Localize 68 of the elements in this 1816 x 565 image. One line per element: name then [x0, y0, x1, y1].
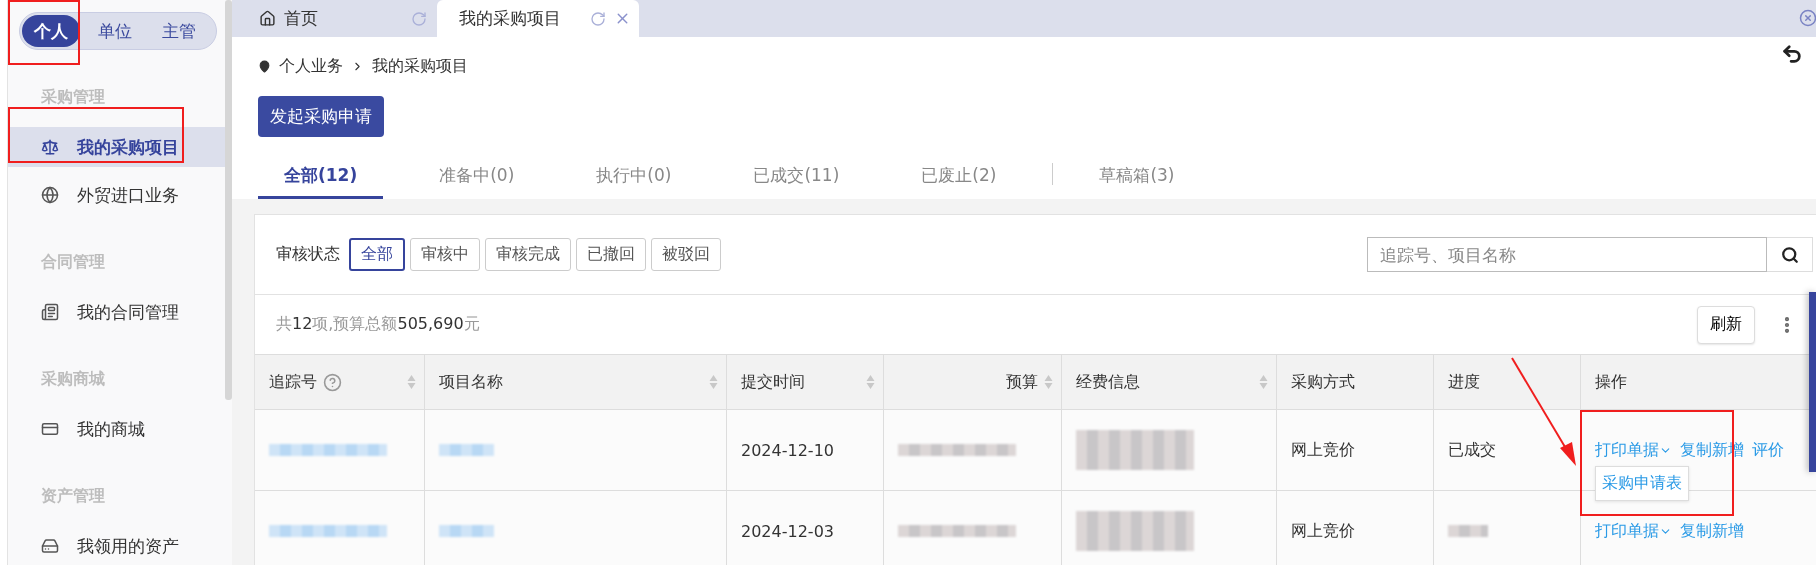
- status-tab[interactable]: 执行中(0): [570, 158, 698, 199]
- column-header: 进度: [1434, 354, 1581, 410]
- table-cell-text: 网上竞价: [1291, 439, 1355, 461]
- sort-icon[interactable]: [1259, 374, 1268, 390]
- redacted-text: [439, 525, 494, 537]
- table-cell-text: 2024-12-03: [741, 521, 834, 541]
- drive-icon: [41, 537, 59, 555]
- breadcrumb-item: 我的采购项目: [372, 56, 468, 77]
- section-heading: 采购管理: [40, 86, 105, 108]
- sidebar-item[interactable]: 我领用的资产: [8, 526, 225, 565]
- summary-text: 共12项,预算总额505,690元: [276, 314, 480, 335]
- sort-icon[interactable]: [407, 374, 416, 390]
- filter-chip[interactable]: 审核完成: [485, 238, 571, 271]
- search-icon[interactable]: [1780, 245, 1799, 264]
- status-tab[interactable]: 已成交(11): [727, 158, 866, 199]
- status-tab[interactable]: 草稿箱(3): [1073, 158, 1201, 199]
- sort-icon[interactable]: [866, 374, 875, 390]
- card-icon: [41, 420, 59, 438]
- page-tab[interactable]: 我的采购项目: [437, 0, 639, 37]
- role-option[interactable]: 个人: [22, 15, 80, 47]
- sort-icon[interactable]: [1044, 374, 1053, 390]
- refresh-icon: [590, 10, 606, 27]
- refresh-button[interactable]: 刷新: [1697, 305, 1755, 344]
- scrollbar[interactable]: [225, 0, 232, 400]
- column-header[interactable]: 提交时间: [727, 354, 884, 410]
- new-request-button[interactable]: 发起采购申请: [258, 96, 384, 137]
- filter-label: 审核状态: [276, 244, 340, 265]
- column-header: 采购方式: [1277, 354, 1434, 410]
- filter-chip[interactable]: 已撤回: [576, 238, 646, 271]
- sort-icon[interactable]: [709, 374, 718, 390]
- filter-chip[interactable]: 审核中: [410, 238, 480, 271]
- close-all-icon[interactable]: [1799, 9, 1816, 27]
- search-field[interactable]: 追踪号、项目名称: [1367, 237, 1767, 272]
- location-icon: [258, 60, 271, 73]
- scale-icon: [41, 138, 59, 156]
- sidebar-item[interactable]: 我的商城: [8, 409, 225, 449]
- globe-icon: [41, 186, 59, 204]
- table-cell-text: 2024-12-10: [741, 440, 834, 460]
- redacted-text: [1448, 525, 1488, 537]
- refresh-icon: [411, 10, 427, 27]
- help-icon: [323, 372, 342, 392]
- redacted-text: [439, 444, 494, 456]
- highlight-box: [8, 0, 80, 65]
- section-heading: 资产管理: [40, 485, 105, 507]
- sidebar-item[interactable]: 我的合同管理: [8, 292, 225, 332]
- table-cell-text: 已成交: [1448, 439, 1496, 461]
- section-heading: 采购商城: [40, 368, 105, 390]
- role-option[interactable]: 单位: [86, 15, 144, 47]
- table-cell-text: 网上竞价: [1291, 520, 1355, 542]
- section-heading: 合同管理: [40, 251, 105, 273]
- filter-chip[interactable]: 被驳回: [651, 238, 721, 271]
- side-drawer-tab[interactable]: [1809, 292, 1816, 472]
- status-tab[interactable]: 准备中(0): [413, 158, 541, 199]
- status-tab[interactable]: 已废止(2): [895, 158, 1023, 199]
- document-icon: [41, 303, 59, 321]
- column-header[interactable]: 项目名称: [425, 354, 727, 410]
- column-header[interactable]: 追踪号: [255, 354, 425, 410]
- page-tab[interactable]: 首页: [232, 0, 437, 37]
- role-option[interactable]: 主管: [150, 15, 208, 47]
- back-icon[interactable]: [1781, 43, 1803, 65]
- breadcrumb-item[interactable]: 个人业务: [279, 56, 343, 77]
- sidebar-item[interactable]: 外贸进口业务: [8, 175, 225, 215]
- search-button[interactable]: [1767, 237, 1813, 272]
- column-header[interactable]: 经费信息: [1062, 354, 1277, 410]
- sidebar-item[interactable]: 我的采购项目: [8, 127, 225, 167]
- home-icon: [259, 10, 276, 27]
- filter-chip[interactable]: 全部: [349, 238, 405, 271]
- column-header[interactable]: 预算: [884, 354, 1062, 410]
